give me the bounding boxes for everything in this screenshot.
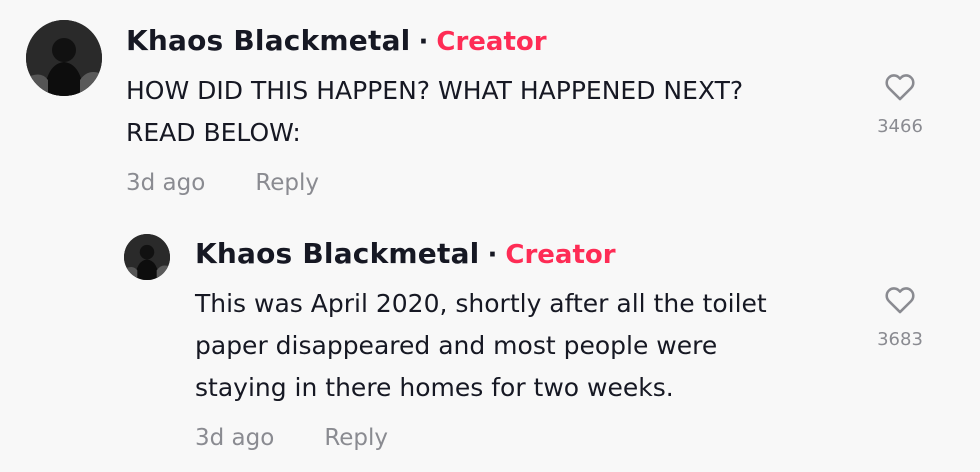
author-name[interactable]: Khaos Blackmetal — [195, 237, 479, 270]
heart-outline-icon[interactable] — [882, 283, 918, 317]
separator-dot: · — [487, 240, 498, 270]
like-control: 3466 — [870, 70, 930, 137]
comment-text-line: READ BELOW: — [126, 118, 301, 147]
reply-text-line: This was April 2020, shortly after all t… — [195, 289, 767, 318]
reply-text: This was April 2020, shortly after all t… — [195, 283, 767, 409]
author-name[interactable]: Khaos Blackmetal — [126, 24, 410, 57]
reply-meta: 3d ago Reply — [195, 425, 388, 451]
comment-header: Khaos Blackmetal · Creator — [126, 24, 547, 57]
comment-item: Khaos Blackmetal · Creator HOW DID THIS … — [0, 0, 980, 215]
avatar[interactable] — [124, 234, 170, 280]
avatar-image — [26, 20, 102, 96]
like-count: 3466 — [877, 116, 923, 137]
avatar-image — [124, 234, 170, 280]
like-count: 3683 — [877, 329, 923, 350]
reply-text-line: staying in there homes for two weeks. — [195, 373, 674, 402]
separator-dot: · — [418, 27, 429, 57]
heart-outline-icon[interactable] — [882, 70, 918, 104]
reply-text-line: paper disappeared and most people were — [195, 331, 718, 360]
reply-header: Khaos Blackmetal · Creator — [195, 237, 616, 270]
timestamp: 3d ago — [195, 425, 275, 451]
reply-item: Khaos Blackmetal · Creator This was Apri… — [0, 215, 980, 472]
timestamp: 3d ago — [126, 170, 206, 196]
comment-text-line: HOW DID THIS HAPPEN? WHAT HAPPENED NEXT? — [126, 76, 744, 105]
reply-button[interactable]: Reply — [255, 170, 319, 196]
comment-meta: 3d ago Reply — [126, 170, 319, 196]
avatar[interactable] — [26, 20, 102, 96]
reply-button[interactable]: Reply — [324, 425, 388, 451]
like-control: 3683 — [870, 283, 930, 350]
comment-text: HOW DID THIS HAPPEN? WHAT HAPPENED NEXT?… — [126, 70, 743, 154]
creator-badge: Creator — [505, 240, 616, 270]
creator-badge: Creator — [436, 27, 547, 57]
